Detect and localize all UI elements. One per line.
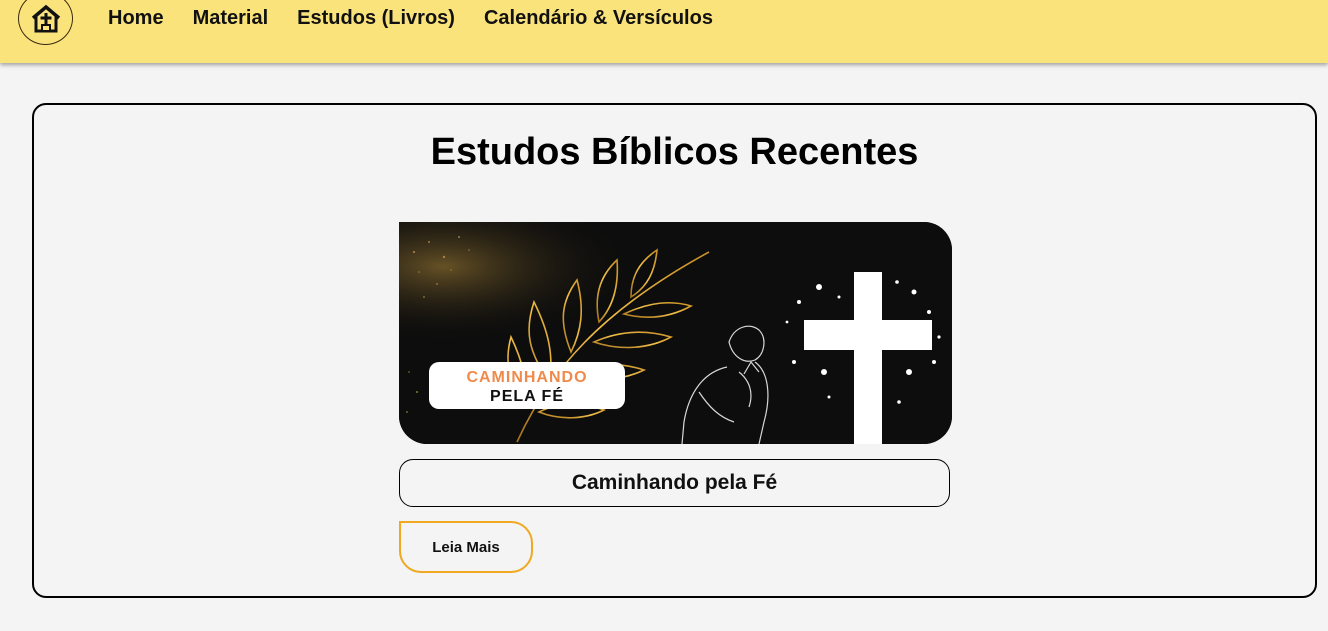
image-badge: CAMINHANDO PELA FÉ: [429, 362, 625, 409]
church-logo-icon[interactable]: [18, 0, 73, 45]
section-title: Estudos Bíblicos Recentes: [430, 131, 919, 173]
read-more-button[interactable]: Leia Mais: [399, 521, 533, 573]
study-cover-image[interactable]: CAMINHANDO PELA FÉ: [399, 222, 952, 444]
badge-line2: PELA FÉ: [490, 388, 564, 405]
nav-links: Home Material Estudos (Livros) Calendári…: [108, 7, 742, 30]
navbar: Home Material Estudos (Livros) Calendári…: [0, 0, 1328, 63]
nav-link-material[interactable]: Material: [193, 7, 269, 30]
nav-link-estudos[interactable]: Estudos (Livros): [297, 7, 455, 30]
badge-line1: CAMINHANDO: [466, 369, 588, 386]
nav-link-calendario[interactable]: Calendário & Versículos: [484, 7, 713, 30]
nav-link-home[interactable]: Home: [108, 7, 164, 30]
study-title-box: Caminhando pela Fé: [399, 459, 950, 507]
study-title: Caminhando pela Fé: [571, 471, 778, 494]
